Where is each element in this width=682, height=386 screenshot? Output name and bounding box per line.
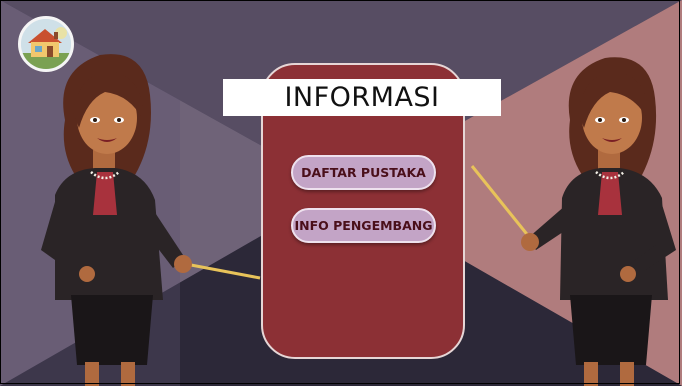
- page-title: INFORMASI: [284, 82, 440, 113]
- presenter-left-illustration: [41, 54, 261, 386]
- presenter-right-illustration: [470, 57, 676, 386]
- daftar-pustaka-button[interactable]: DAFTAR PUSTAKA: [291, 155, 436, 190]
- info-screen: INFORMASI DAFTAR PUSTAKA INFO PENGEMBANG: [0, 0, 682, 386]
- info-pengembang-label: INFO PENGEMBANG: [294, 218, 433, 233]
- daftar-pustaka-label: DAFTAR PUSTAKA: [301, 165, 426, 180]
- title-bar: INFORMASI: [223, 79, 501, 116]
- info-pengembang-button[interactable]: INFO PENGEMBANG: [291, 208, 436, 243]
